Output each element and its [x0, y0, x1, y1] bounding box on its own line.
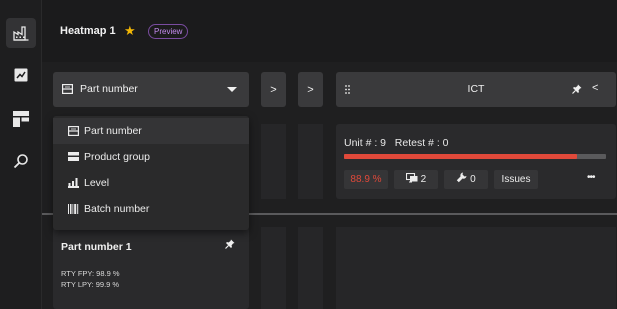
search-icon [13, 154, 28, 169]
collapse-button[interactable]: < [592, 82, 598, 94]
station-header: ICT < [336, 72, 616, 107]
nav-next-button[interactable]: > [298, 72, 323, 107]
rail-search-button[interactable] [6, 146, 36, 176]
main-area: Heatmap 1 ★ Preview Part number > > ICT … [42, 0, 617, 309]
product-group-icon [68, 152, 79, 161]
star-icon[interactable]: ★ [124, 23, 136, 39]
rail-factory-button[interactable] [6, 18, 36, 48]
empty-cell [298, 227, 323, 309]
rail-dashboard-button[interactable] [6, 104, 36, 134]
menu-item-batch-number[interactable]: Batch number [53, 196, 249, 222]
part-card-title: Part number 1 [61, 241, 132, 253]
devices-count: 2 [420, 174, 427, 185]
barcode-icon [68, 204, 79, 214]
left-rail [0, 0, 42, 309]
more-options-icon[interactable]: ••• [587, 172, 595, 183]
factory-icon [13, 26, 29, 41]
empty-cell [336, 227, 616, 309]
menu-item-label: Batch number [84, 203, 150, 215]
pin-icon[interactable] [225, 239, 235, 249]
unit-count-text: Unit # : 9 [344, 137, 387, 149]
monitor-icon [405, 172, 418, 183]
menu-item-label: Level [84, 177, 110, 189]
rail-chart-button[interactable] [6, 60, 36, 90]
yield-progress-fill [344, 154, 577, 159]
chevron-down-icon [227, 87, 237, 92]
empty-cell [261, 227, 286, 309]
dashboard-icon [13, 111, 29, 127]
group-by-menu: Part number Product group Level Batch nu… [53, 116, 249, 230]
part-number-icon [62, 84, 73, 94]
preview-badge: Preview [148, 24, 189, 39]
part-number-icon [68, 126, 79, 136]
devices-chip[interactable]: 2 [394, 170, 438, 189]
rty-fpy: RTY FPY: 98.9 % [61, 269, 120, 278]
empty-cell [298, 124, 323, 199]
unit-count: Unit # : 9 Retest # : 0 [344, 137, 449, 149]
header: Heatmap 1 ★ Preview [42, 0, 617, 62]
level-icon [68, 178, 79, 188]
repairs-chip[interactable]: 0 [444, 170, 488, 189]
pin-icon[interactable] [572, 84, 582, 94]
repairs-count: 0 [470, 174, 476, 185]
retest-count-text: Retest # : 0 [394, 137, 449, 149]
station-card[interactable]: Unit # : 9 Retest # : 0 88.9 % 2 0 Issue… [336, 124, 616, 199]
wrench-icon [457, 172, 467, 183]
part-card[interactable]: Part number 1 RTY FPY: 98.9 % RTY LPY: 9… [53, 227, 249, 309]
group-by-selected-label: Part number [80, 83, 138, 95]
yield-chip[interactable]: 88.9 % [344, 170, 388, 189]
page-title: Heatmap 1 [60, 25, 116, 37]
rty-lpy: RTY LPY: 99.9 % [61, 280, 120, 289]
empty-cell [261, 124, 286, 199]
nav-prev-button[interactable]: > [261, 72, 286, 107]
menu-item-part-number[interactable]: Part number [53, 118, 249, 144]
issues-button[interactable]: Issues [494, 170, 538, 189]
menu-item-label: Product group [84, 151, 150, 163]
yield-progress-bar [344, 154, 606, 159]
menu-item-level[interactable]: Level [53, 170, 249, 196]
menu-item-label: Part number [84, 125, 142, 137]
menu-item-product-group[interactable]: Product group [53, 144, 249, 170]
chart-icon [14, 68, 28, 82]
group-by-select[interactable]: Part number [53, 72, 249, 107]
